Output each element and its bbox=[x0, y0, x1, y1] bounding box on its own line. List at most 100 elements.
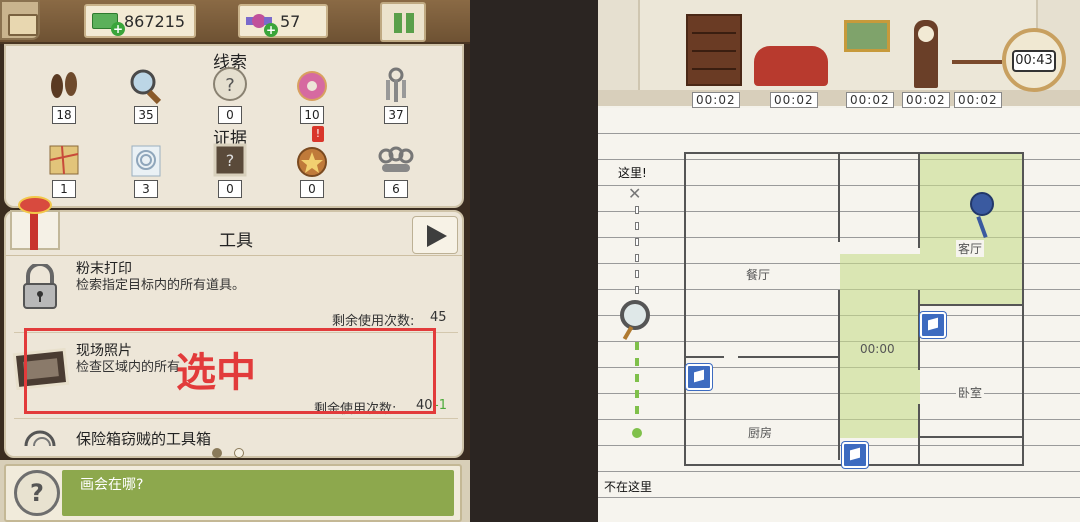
money-counter[interactable]: 867215 bbox=[84, 4, 196, 38]
clue-count: 0 bbox=[218, 106, 242, 124]
close-icon: ✕ bbox=[628, 184, 642, 203]
page-indicator bbox=[212, 448, 252, 458]
room-timer: 00:02 bbox=[902, 92, 950, 108]
wall bbox=[838, 290, 840, 460]
clue-count: 35 bbox=[134, 106, 158, 124]
room-timer: 00:02 bbox=[770, 92, 818, 108]
magnifier-icon bbox=[130, 69, 162, 105]
wall bbox=[684, 152, 1022, 154]
photo-question-icon: ? bbox=[213, 143, 247, 177]
brass-knuckles-icon bbox=[378, 146, 414, 172]
clue-item-keys[interactable]: 37 bbox=[368, 66, 424, 136]
room-timer: 00:02 bbox=[954, 92, 1002, 108]
evidence-count: 0 bbox=[300, 180, 324, 198]
bookshelf-icon bbox=[686, 14, 742, 86]
clue-item-footprint[interactable]: 18 bbox=[36, 66, 92, 136]
track-step bbox=[635, 254, 639, 262]
grandfather-clock-icon bbox=[914, 20, 938, 88]
track-step-done bbox=[635, 406, 639, 414]
candy-icon: + bbox=[246, 11, 278, 37]
case-panel: 867215 + 57 线索 18 35 ? 0 10 37 证据 ! 1 3 … bbox=[0, 0, 470, 522]
track-step-done bbox=[635, 390, 639, 398]
money-value: 867215 bbox=[124, 11, 186, 31]
room-label-living: 客厅 bbox=[956, 240, 985, 257]
room-label-kitchen: 厨房 bbox=[746, 424, 775, 441]
wall bbox=[684, 356, 724, 358]
wall bbox=[738, 356, 840, 358]
selection-label: 选中 bbox=[176, 350, 256, 396]
evidence-item-knuckles[interactable]: 6 bbox=[368, 140, 424, 210]
candy-value: 57 bbox=[280, 11, 301, 31]
evidence-item-fingerprint[interactable]: 3 bbox=[118, 140, 174, 210]
wall bbox=[684, 152, 686, 466]
money-icon bbox=[92, 13, 125, 36]
tool-powder-print[interactable]: 粉末打印 检索指定目标内的所有道具。 剩余使用次数: 45 bbox=[6, 254, 462, 330]
hallway-timer: 00:00 bbox=[860, 342, 895, 356]
tool-name: 保险箱窃贼的工具箱 bbox=[76, 430, 212, 448]
track-step-done bbox=[635, 358, 639, 366]
track-step-done bbox=[635, 342, 639, 350]
magnifier-slider-icon[interactable] bbox=[620, 300, 650, 330]
wall bbox=[918, 152, 920, 248]
clue-count: 18 bbox=[52, 106, 76, 124]
stopwatch: 00:43 bbox=[1002, 28, 1066, 92]
scene-panel: 00:43 00:02 00:02 00:02 00:02 00:02 餐厅 客… bbox=[598, 0, 1080, 522]
item-box-icon[interactable] bbox=[686, 364, 712, 390]
track-step-done bbox=[635, 374, 639, 382]
wall bbox=[920, 304, 1022, 306]
gift-box-icon[interactable] bbox=[0, 192, 76, 254]
footprint-icon bbox=[51, 72, 77, 98]
clue-item-magnifier[interactable]: 35 bbox=[118, 66, 174, 136]
evidence-count: 3 bbox=[134, 180, 158, 198]
pushpin-icon bbox=[964, 190, 1000, 240]
tool-description: 检索指定目标内的所有道具。 bbox=[76, 278, 246, 293]
case-folder-button[interactable] bbox=[0, 0, 40, 40]
track-start-dot bbox=[632, 428, 642, 438]
room-floor bbox=[598, 90, 1080, 106]
play-button[interactable] bbox=[412, 216, 458, 254]
evidence-item-photo[interactable]: ? 0 bbox=[202, 140, 258, 210]
page-dot-active[interactable] bbox=[234, 448, 244, 458]
track-step bbox=[635, 222, 639, 230]
fingerprint-icon bbox=[131, 145, 161, 177]
track-step bbox=[635, 270, 639, 278]
side-table-icon bbox=[952, 60, 1002, 86]
tool-uses-value: 45 bbox=[430, 310, 447, 325]
room-timer: 00:02 bbox=[692, 92, 740, 108]
map-icon bbox=[49, 145, 79, 175]
track-step bbox=[635, 238, 639, 246]
divider bbox=[14, 418, 458, 419]
candy-counter[interactable]: + 57 bbox=[238, 4, 328, 38]
svg-text:?: ? bbox=[225, 75, 235, 96]
question-icon: ? bbox=[213, 67, 247, 101]
item-box-icon[interactable] bbox=[920, 312, 946, 338]
sofa-icon bbox=[754, 46, 828, 86]
room-label-bedroom: 卧室 bbox=[956, 384, 985, 401]
question-text: 画会在哪? bbox=[80, 477, 144, 493]
painting-icon bbox=[844, 20, 890, 52]
toolkit-icon bbox=[24, 430, 56, 447]
clue-count: 37 bbox=[384, 106, 408, 124]
pause-button[interactable] bbox=[380, 2, 426, 42]
police-badge-icon bbox=[297, 147, 327, 177]
wall bbox=[920, 436, 1022, 438]
evidence-item-badge[interactable]: 0 bbox=[284, 140, 340, 210]
evidence-count: 0 bbox=[218, 180, 242, 198]
track-step bbox=[635, 206, 639, 214]
wall bbox=[1022, 152, 1024, 466]
room-timer: 00:02 bbox=[846, 92, 894, 108]
item-box-icon[interactable] bbox=[842, 442, 868, 468]
donut-icon bbox=[297, 71, 327, 101]
room-label-dining: 餐厅 bbox=[744, 266, 773, 283]
not-here-label: 不在这里 bbox=[604, 480, 653, 494]
here-label: 这里! bbox=[618, 166, 647, 180]
stopwatch-value: 00:43 bbox=[1012, 50, 1056, 72]
track-step bbox=[635, 286, 639, 294]
clue-count: 10 bbox=[300, 106, 324, 124]
screen-divider bbox=[470, 0, 598, 522]
padlock-icon bbox=[23, 264, 57, 309]
tool-uses-label: 剩余使用次数: bbox=[332, 314, 415, 329]
page-dot[interactable] bbox=[212, 448, 222, 458]
wall bbox=[838, 152, 840, 242]
svg-text:?: ? bbox=[226, 151, 235, 170]
